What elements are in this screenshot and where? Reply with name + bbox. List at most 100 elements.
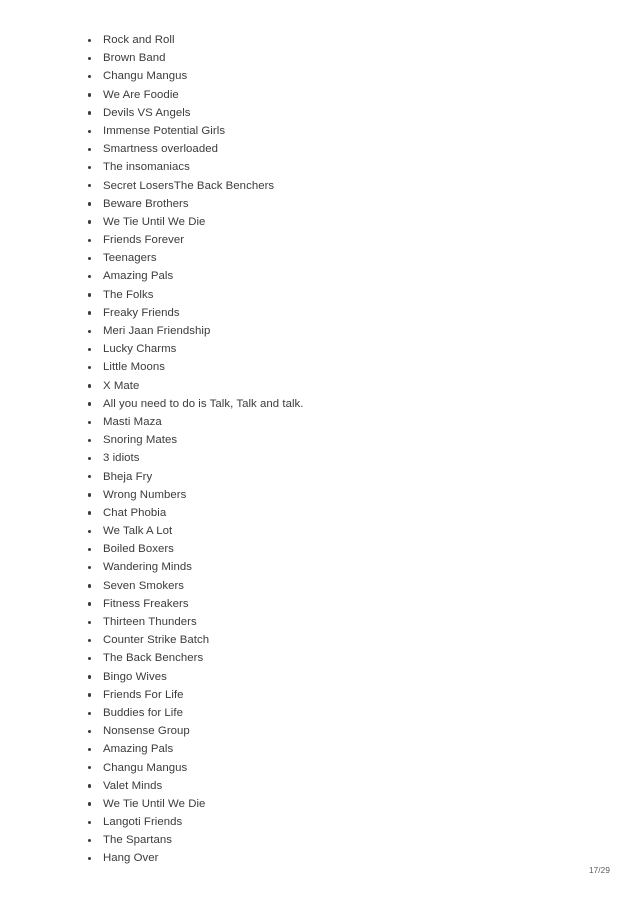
list-item-label: Seven Smokers <box>103 579 185 592</box>
list-item: Langoti Friends <box>88 813 608 831</box>
bullet-icon <box>88 56 92 61</box>
list-item: Buddies for Life <box>88 704 608 722</box>
list-item-label: Friends Forever <box>103 234 185 247</box>
list-item: Amazing Pals <box>88 267 608 285</box>
list-item: Seven Smokers <box>88 577 608 595</box>
bullet-icon <box>88 838 92 843</box>
list-item-label: The Back Benchers <box>103 652 204 665</box>
list-item-label: We Are Foodie <box>103 88 179 101</box>
bullet-icon <box>88 656 92 661</box>
list-item-label: 3 idiots <box>103 452 140 465</box>
list-item-label: Freaky Friends <box>103 306 180 319</box>
bullet-icon <box>88 511 92 515</box>
list-item-label: We Tie Until We Die <box>103 215 206 228</box>
list-item: Wandering Minds <box>88 558 608 576</box>
list-item: Friends Forever <box>88 231 608 249</box>
list-item-label: We Talk A Lot <box>103 525 173 538</box>
list-item-label: Smartness overloaded <box>103 143 218 156</box>
list-item-label: Wrong Numbers <box>103 488 187 501</box>
bullet-icon <box>88 202 92 206</box>
list-item: Rock and Roll <box>88 31 608 49</box>
bullet-icon <box>88 602 92 606</box>
list-item: We Are Foodie <box>88 86 608 104</box>
bullet-icon <box>88 293 92 297</box>
list-item-label: Wandering Minds <box>103 561 192 574</box>
list-item: Lucky Charms <box>88 340 608 358</box>
list-item-label: Masti Maza <box>103 415 162 428</box>
bullet-icon <box>88 347 92 352</box>
list-item: We Talk A Lot <box>88 522 608 540</box>
list-item-label: Friends For Life <box>103 688 184 701</box>
list-item: Devils VS Angels <box>88 104 608 122</box>
bullet-icon <box>88 547 92 552</box>
group-names-list: Rock and Roll Brown Band Changu Mangus We A… <box>88 31 608 868</box>
list-item: Hang Over <box>88 849 608 867</box>
bullet-icon <box>88 165 92 170</box>
list-item-label: Little Moons <box>103 361 166 374</box>
list-item-label: Amazing Pals <box>103 270 174 283</box>
list-item: Amazing Pals <box>88 740 608 758</box>
bullet-icon <box>88 275 92 279</box>
list-item-label: The Folks <box>103 288 154 301</box>
list-item: We Tie Until We Die <box>88 795 608 813</box>
list-item: Little Moons <box>88 358 608 376</box>
list-item-label: Hang Over <box>103 852 159 865</box>
list-item-label: Immense Potential Girls <box>103 124 226 137</box>
list-item: Valet Minds <box>88 777 608 795</box>
bullet-icon <box>88 456 92 461</box>
bullet-icon <box>88 729 92 734</box>
list-item: Snoring Mates <box>88 431 608 449</box>
bullet-icon <box>88 238 92 243</box>
list-item-label: Buddies for Life <box>103 706 183 719</box>
bullet-icon <box>88 129 92 133</box>
list-item: Bingo Wives <box>88 668 608 686</box>
list-item-label: Meri Jaan Friendship <box>103 325 211 337</box>
bullet-icon <box>88 475 92 479</box>
list-item: We Tie Until We Die <box>88 213 608 231</box>
bullet-icon <box>88 384 92 388</box>
bullet-icon <box>88 493 92 497</box>
list-item: Wrong Numbers <box>88 486 608 504</box>
list-item-label: Beware Brothers <box>103 197 189 210</box>
list-item: Smartness overloaded <box>88 140 608 158</box>
list-item-label: Changu Mangus <box>103 70 188 83</box>
list-item: Immense Potential Girls <box>88 122 608 140</box>
bullet-icon <box>88 820 92 825</box>
bullet-icon <box>88 311 92 315</box>
bullet-icon <box>88 438 92 443</box>
list-item-label: Brown Band <box>103 52 166 65</box>
list-item-label: The insomaniacs <box>103 161 190 174</box>
list-item: Chat Phobia <box>88 504 608 522</box>
list-item-label: Bingo Wives <box>103 670 167 683</box>
document-page: Rock and Roll Brown Band Changu Mangus We A… <box>0 0 638 903</box>
list-item-label: Nonsense Group <box>103 725 190 738</box>
bullet-icon <box>88 711 92 715</box>
list-item-label: Devils VS Angels <box>103 106 191 119</box>
list-item: Changu Mangus <box>88 67 608 85</box>
bullet-icon <box>88 256 92 261</box>
list-item: Masti Maza <box>88 413 608 431</box>
bullet-icon <box>88 147 92 152</box>
bullet-icon <box>88 220 92 224</box>
list-item: Thirteen Thunders <box>88 613 608 631</box>
list-item-label: All you need to do is Talk, Talk and tal… <box>103 397 304 410</box>
bullet-icon <box>88 747 92 752</box>
list-item: 3 idiots <box>88 449 608 467</box>
list-item: Nonsense Group <box>88 722 608 740</box>
bullet-icon <box>88 529 92 534</box>
list-item-label: Lucky Charms <box>103 343 177 356</box>
list-item-label: Thirteen Thunders <box>103 616 197 628</box>
bullet-icon <box>88 329 92 333</box>
list-item: The Folks <box>88 286 608 304</box>
bullet-icon <box>88 38 92 42</box>
bullet-icon <box>88 420 92 424</box>
list-item-label: Amazing Pals <box>103 743 174 756</box>
list-item-label: Changu Mangus <box>103 761 188 774</box>
list-item-label: We Tie Until We Die <box>103 797 206 810</box>
list-item: Beware Brothers <box>88 195 608 213</box>
bullet-icon <box>88 74 92 79</box>
bullet-icon <box>88 184 92 188</box>
list-item-label: Counter Strike Batch <box>103 634 210 647</box>
bullet-icon <box>88 638 92 643</box>
bullet-icon <box>88 766 92 770</box>
